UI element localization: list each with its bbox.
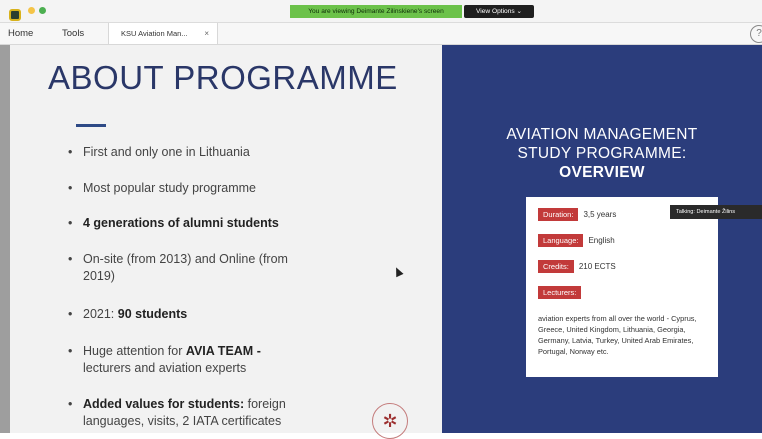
language-label: Language: [538, 234, 584, 247]
lecturers-description: aviation experts from all over the world… [538, 314, 697, 356]
slide-left-panel: ABOUT PROGRAMME First and only one in Li… [10, 45, 442, 439]
app-logo-icon [9, 9, 21, 21]
tab-tools[interactable]: Tools [62, 23, 84, 44]
tab-document[interactable]: KSU Aviation Man... × [108, 23, 218, 44]
slide-title: ABOUT PROGRAMME [48, 59, 398, 96]
title-accent-line [76, 124, 106, 127]
duration-value: 3,5 years [583, 210, 617, 219]
help-icon[interactable]: ? [750, 25, 762, 43]
talking-indicator-tooltip: Talking: Deimante Žilins [670, 205, 762, 219]
tab-home[interactable]: Home [8, 23, 33, 44]
minimize-window-button[interactable] [28, 7, 35, 14]
duration-label: Duration: [538, 208, 579, 221]
university-seal-icon: ✲ [372, 403, 408, 439]
language-value: English [588, 236, 615, 245]
maximize-window-button[interactable] [39, 7, 46, 14]
credits-value: 210 ECTS [578, 262, 616, 271]
programme-info-card: Duration: 3,5 years Language: English Cred… [526, 197, 718, 377]
lecturers-row: Lecturers: [538, 286, 586, 299]
overview-heading: AVIATION MANAGEMENT STUDY PROGRAMME: OVE… [506, 126, 698, 181]
duration-row: Duration: 3,5 years [538, 208, 616, 221]
slide-right-panel: AVIATION MANAGEMENT STUDY PROGRAMME: OVE… [442, 45, 762, 433]
tab-bar: Home Tools KSU Aviation Man... × ? [0, 23, 762, 45]
bullet-item: 4 generations of alumni students [68, 215, 363, 232]
lecturers-label: Lecturers: [538, 286, 582, 299]
bullet-item: Added values for students: foreign langu… [68, 396, 328, 430]
credits-label: Credits: [538, 260, 574, 273]
bullet-item: Huge attention for AVIA TEAM - lecturers… [68, 343, 298, 377]
language-row: Language: English [538, 234, 615, 247]
bullet-item: Most popular study programme [68, 180, 343, 197]
bullet-item: On-site (from 2013) and Online (from 201… [68, 251, 298, 285]
left-gutter [0, 45, 10, 433]
view-options-button[interactable]: View Options ⌄ [464, 5, 534, 18]
close-icon[interactable]: × [204, 23, 209, 44]
screen-share-banner: You are viewing Deimante Zilinskiene's s… [290, 5, 462, 18]
bullet-item: First and only one in Lithuania [68, 144, 343, 161]
window-title-bar: You are viewing Deimante Zilinskiene's s… [0, 0, 762, 23]
bullet-item: 2021: 90 students [68, 306, 343, 323]
credits-row: Credits: 210 ECTS [538, 260, 616, 273]
tab-document-label: KSU Aviation Man... [121, 29, 188, 38]
